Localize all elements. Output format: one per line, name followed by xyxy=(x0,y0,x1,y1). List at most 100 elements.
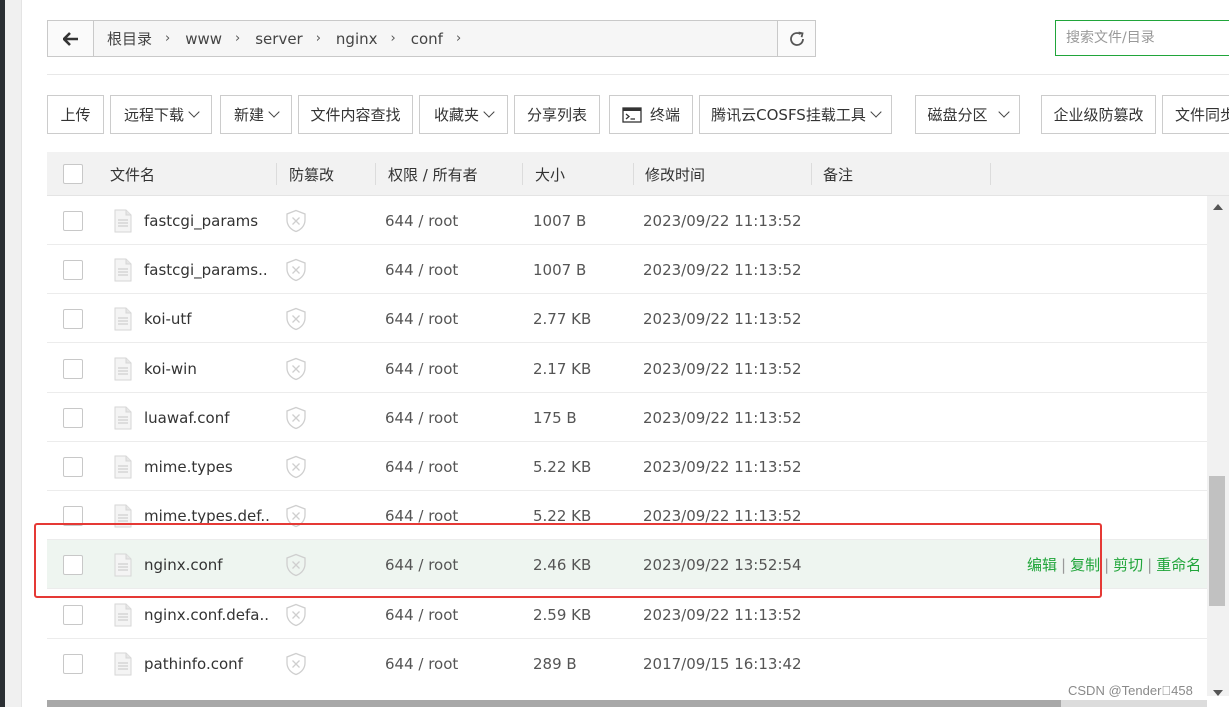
row-checkbox[interactable] xyxy=(63,259,83,280)
file-name[interactable]: luawaf.conf xyxy=(144,393,269,442)
file-name[interactable]: mime.types.def... xyxy=(144,491,269,540)
shield-x-icon[interactable] xyxy=(285,245,307,294)
select-all-checkbox[interactable] xyxy=(63,164,83,184)
shield-x-icon[interactable] xyxy=(285,540,307,589)
row-action-link[interactable]: 重命名 xyxy=(1156,554,1201,575)
shield-x-icon[interactable] xyxy=(285,294,307,343)
file-name[interactable]: mime.types xyxy=(144,442,269,491)
file-permission[interactable]: 644 / root xyxy=(385,196,458,245)
new-button[interactable]: 新建 xyxy=(220,95,292,134)
scroll-thumb[interactable] xyxy=(1209,476,1225,606)
breadcrumb-item[interactable]: conf › xyxy=(404,30,469,48)
vertical-scrollbar[interactable] xyxy=(1207,196,1229,696)
remote-download-button[interactable]: 远程下载 xyxy=(110,95,212,134)
breadcrumb-item[interactable]: server › xyxy=(248,30,329,48)
row-checkbox[interactable] xyxy=(63,456,83,477)
col-filename[interactable]: 文件名 xyxy=(110,152,155,196)
file-size: 1007 B xyxy=(533,211,587,230)
file-icon xyxy=(113,393,133,442)
col-mtime[interactable]: 修改时间 xyxy=(645,152,705,196)
horizontal-scroll-thumb[interactable] xyxy=(47,700,1061,707)
shield-x-icon[interactable] xyxy=(285,393,307,442)
file-name[interactable]: pathinfo.conf xyxy=(144,639,269,686)
table-row[interactable]: mime.types.def... 644 / root 5.22 KB 2023/0… xyxy=(47,491,1207,540)
file-size: 5.22 KB xyxy=(533,457,592,476)
table-row[interactable]: mime.types 644 / root 5.22 KB 2023/09/22 11… xyxy=(47,442,1207,491)
row-checkbox[interactable] xyxy=(63,210,83,231)
file-permission[interactable]: 644 / root xyxy=(385,590,458,639)
table-row[interactable]: nginx.conf 644 / root 2.46 KB 2023/09/22 13… xyxy=(47,540,1207,589)
row-checkbox[interactable] xyxy=(63,308,83,329)
table-row[interactable]: fastcgi_params.... 644 / root 1007 B 2023/0… xyxy=(47,245,1207,294)
table-row[interactable]: nginx.conf.defa... 644 / root 2.59 KB 2023/… xyxy=(47,590,1207,639)
file-permission[interactable]: 644 / root xyxy=(385,491,458,540)
scroll-down-icon[interactable] xyxy=(1213,690,1223,696)
action-separator: | xyxy=(1061,555,1067,574)
path-bar: 根目录 › www › server › nginx › conf › xyxy=(47,20,816,57)
shield-x-icon[interactable] xyxy=(285,639,307,686)
table-row[interactable]: koi-win 644 / root 2.17 KB 2023/09/22 11:13… xyxy=(47,344,1207,393)
scroll-up-icon[interactable] xyxy=(1213,204,1223,210)
shield-x-icon[interactable] xyxy=(285,196,307,245)
tamper-proof-button[interactable]: 企业级防篡改 xyxy=(1041,95,1156,134)
row-action-link[interactable]: 编辑 xyxy=(1027,554,1057,575)
row-checkbox-cell xyxy=(63,393,83,442)
file-icon xyxy=(113,491,133,540)
row-checkbox[interactable] xyxy=(63,653,83,674)
back-button[interactable] xyxy=(48,21,94,56)
file-permission[interactable]: 644 / root xyxy=(385,540,458,589)
refresh-button[interactable] xyxy=(777,21,815,56)
file-permission[interactable]: 644 / root xyxy=(385,442,458,491)
shield-x-icon[interactable] xyxy=(285,590,307,639)
file-permission[interactable]: 644 / root xyxy=(385,245,458,294)
row-checkbox-cell xyxy=(63,540,83,589)
breadcrumb-label: 根目录 xyxy=(107,30,153,48)
row-action-link[interactable]: 复制 xyxy=(1070,554,1100,575)
row-checkbox[interactable] xyxy=(63,358,83,379)
shield-x-icon[interactable] xyxy=(285,344,307,393)
upload-button[interactable]: 上传 xyxy=(47,95,104,134)
upload-label: 上传 xyxy=(60,106,91,124)
file-permission[interactable]: 644 / root xyxy=(385,639,458,686)
file-name[interactable]: nginx.conf.defa... xyxy=(144,590,269,639)
file-permission[interactable]: 644 / root xyxy=(385,344,458,393)
row-checkbox-cell xyxy=(63,442,83,491)
shield-x-icon[interactable] xyxy=(285,442,307,491)
breadcrumb-item[interactable]: 根目录 › xyxy=(100,28,178,49)
breadcrumb-item[interactable]: www › xyxy=(178,30,248,48)
row-action-link[interactable]: 剪切 xyxy=(1113,554,1143,575)
breadcrumb-item[interactable]: nginx › xyxy=(329,30,404,48)
table-row[interactable]: pathinfo.conf 644 / root 289 B 2017/09/15 1… xyxy=(47,639,1207,686)
cosfs-mount-button[interactable]: 腾讯云COSFS挂载工具 xyxy=(699,95,892,134)
row-checkbox[interactable] xyxy=(63,554,83,575)
breadcrumb-label: nginx xyxy=(335,29,378,48)
table-header: 文件名 防篡改 权限 / 所有者 大小 修改时间 备注 xyxy=(47,152,1229,196)
row-checkbox[interactable] xyxy=(63,505,83,526)
row-checkbox[interactable] xyxy=(63,407,83,428)
file-name[interactable]: koi-utf xyxy=(144,294,269,343)
share-list-button[interactable]: 分享列表 xyxy=(514,95,600,134)
horizontal-scrollbar[interactable] xyxy=(47,700,1207,707)
file-name[interactable]: nginx.conf xyxy=(144,540,269,589)
col-remark: 备注 xyxy=(823,165,854,184)
file-sync-button[interactable]: 文件同步 xyxy=(1162,95,1229,134)
search-input[interactable] xyxy=(1056,21,1229,55)
file-name[interactable]: fastcgi_params xyxy=(144,196,269,245)
search-content-label: 文件内容查找 xyxy=(310,106,401,124)
file-name[interactable]: fastcgi_params.... xyxy=(144,245,269,294)
table-row[interactable]: luawaf.conf 644 / root 175 B 2023/09/22 11:… xyxy=(47,393,1207,442)
disk-partition-button[interactable]: 磁盘分区 xyxy=(915,95,1020,134)
row-checkbox[interactable] xyxy=(63,604,83,625)
file-icon xyxy=(113,344,133,393)
file-permission[interactable]: 644 / root xyxy=(385,294,458,343)
table-row[interactable]: koi-utf 644 / root 2.77 KB 2023/09/22 11:13… xyxy=(47,294,1207,343)
favorites-button[interactable]: 收藏夹 xyxy=(419,95,508,134)
shield-x-icon[interactable] xyxy=(285,491,307,540)
file-permission[interactable]: 644 / root xyxy=(385,393,458,442)
col-permission[interactable]: 权限 / 所有者 xyxy=(388,152,478,196)
search-content-button[interactable]: 文件内容查找 xyxy=(298,95,413,134)
file-name[interactable]: koi-win xyxy=(144,344,269,393)
terminal-button[interactable]: 终端 xyxy=(609,95,693,134)
col-size[interactable]: 大小 xyxy=(535,152,565,196)
table-row[interactable]: fastcgi_params 644 / root 1007 B 2023/09/22… xyxy=(47,196,1207,245)
